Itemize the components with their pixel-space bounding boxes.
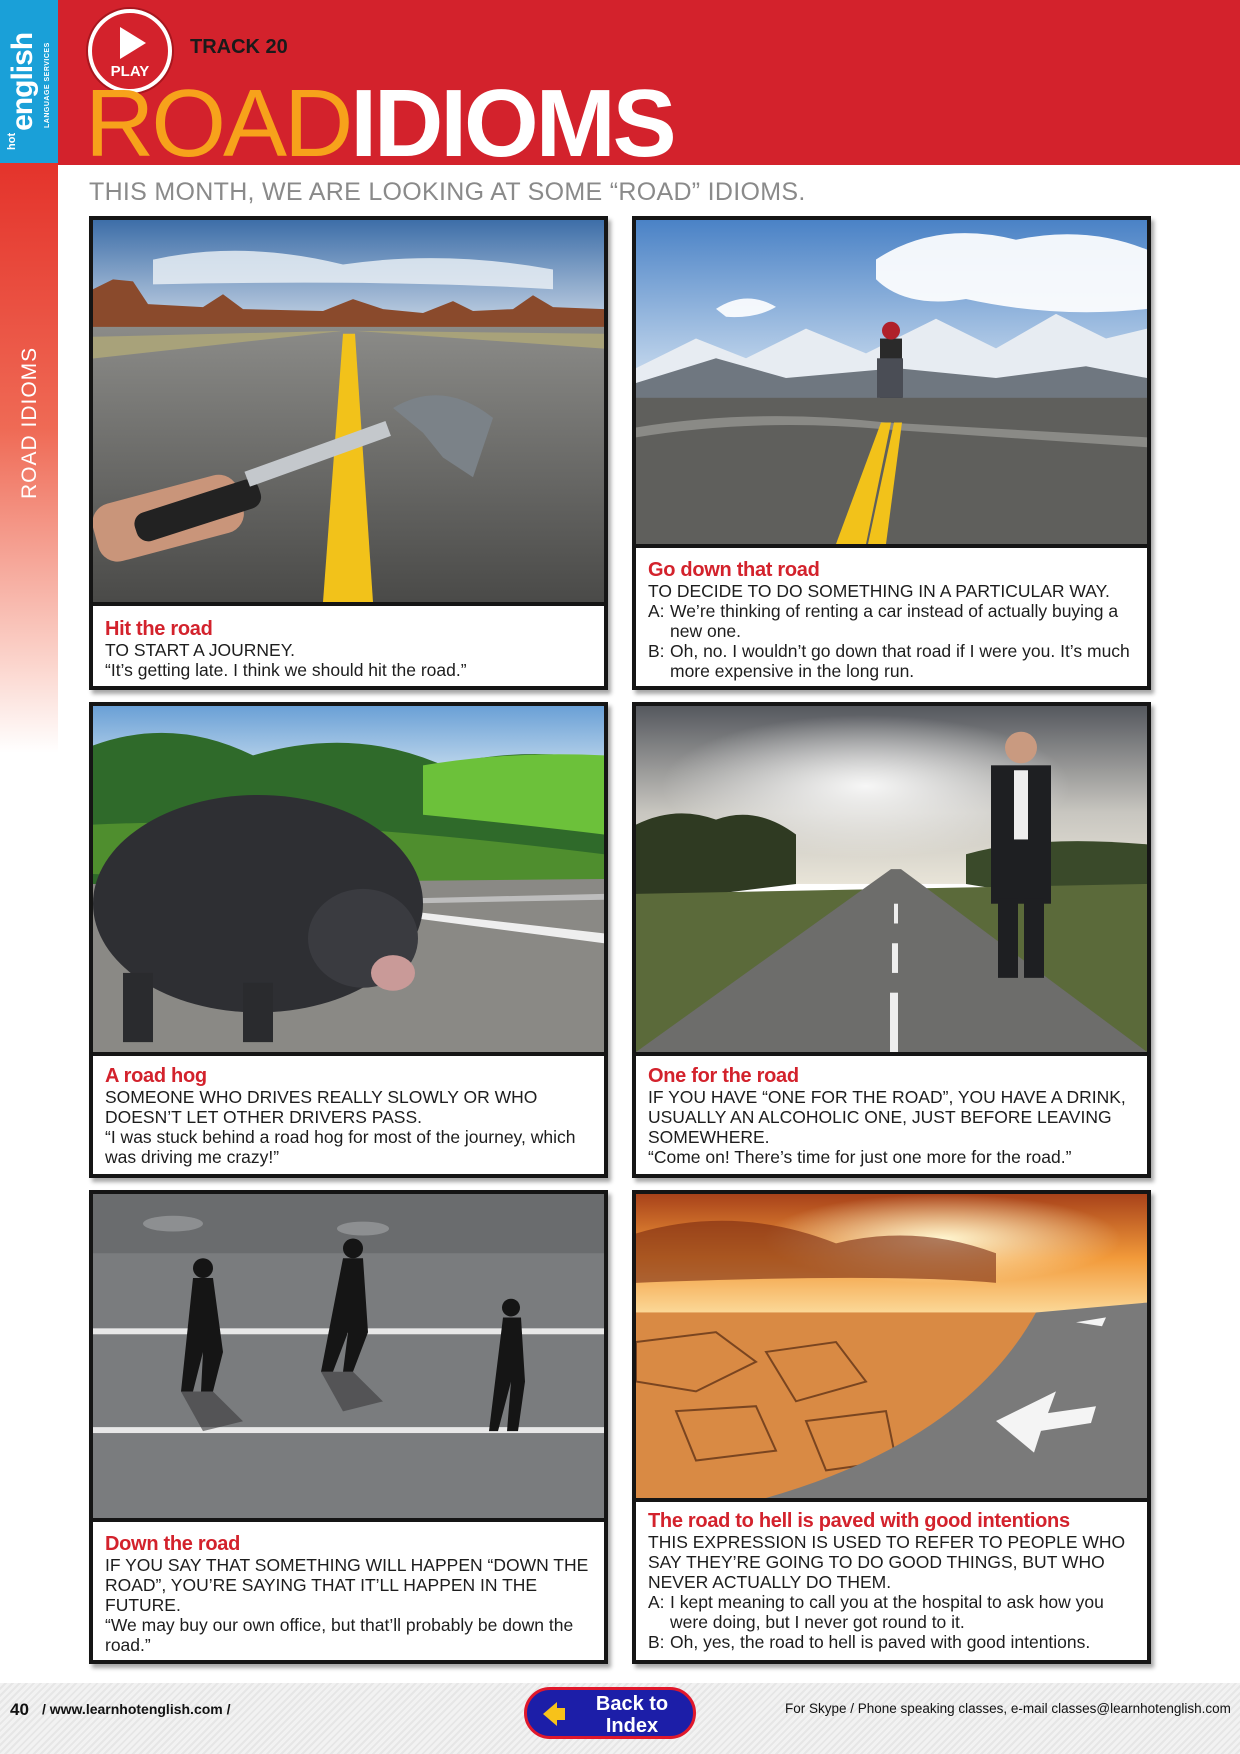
idiom-definition: IF YOU SAY THAT SOMETHING WILL HAPPEN “D… <box>105 1555 589 1615</box>
mountain-road-photo <box>636 220 1147 548</box>
idiom-caption: Go down that road TO DECIDE TO DO SOMETH… <box>648 559 1137 681</box>
idiom-card-road-to-hell: The road to hell is paved with good inte… <box>632 1190 1151 1664</box>
idiom-definition: TO DECIDE TO DO SOMETHING IN A PARTICULA… <box>648 581 1110 601</box>
intro-text: THIS MONTH, WE ARE LOOKING AT SOME “ROAD… <box>89 178 806 206</box>
title-idioms: IDIOMS <box>350 70 676 177</box>
dialogue-text: Oh, yes, the road to hell is paved with … <box>670 1632 1091 1652</box>
dialogue-line: A: We’re thinking of renting a car inste… <box>648 601 1137 641</box>
dialogue-speaker: A: <box>648 601 665 621</box>
idiom-caption: Hit the road TO START A JOURNEY. “It’s g… <box>105 618 594 680</box>
idiom-card-hit-the-road: Hit the road TO START A JOURNEY. “It’s g… <box>89 216 608 690</box>
idiom-example: “It’s getting late. I think we should hi… <box>105 660 467 680</box>
idiom-example: “We may buy our own office, but that’ll … <box>105 1615 574 1655</box>
idiom-definition: THIS EXPRESSION IS USED TO REFER TO PEOP… <box>648 1532 1126 1592</box>
dialogue-text: Oh, no. I wouldn’t go down that road if … <box>670 641 1130 681</box>
title-road: ROAD <box>85 70 353 177</box>
logo-english: english <box>6 32 39 131</box>
track-number: TRACK 20 <box>190 36 288 58</box>
dialogue-text: I kept meaning to call you at the hospit… <box>670 1592 1104 1632</box>
idiom-title: Go down that road <box>648 559 820 581</box>
dialogue-speaker: A: <box>648 1592 665 1612</box>
idiom-card-go-down-that-road: Go down that road TO DECIDE TO DO SOMETH… <box>632 216 1151 690</box>
idiom-card-one-for-the-road: One for the road IF YOU HAVE “ONE FOR TH… <box>632 702 1151 1178</box>
play-icon <box>120 27 146 59</box>
idiom-caption: One for the road IF YOU HAVE “ONE FOR TH… <box>648 1065 1137 1167</box>
idiom-title: A road hog <box>105 1065 207 1087</box>
idiom-definition: SOMEONE WHO DRIVES REALLY SLOWLY OR WHO … <box>105 1087 538 1127</box>
side-strip: ROAD IDIOMS <box>0 163 58 753</box>
hog-on-road-photo <box>93 706 604 1056</box>
contact-info: For Skype / Phone speaking classes, e-ma… <box>785 1701 1231 1716</box>
idiom-caption: Down the road IF YOU SAY THAT SOMETHING … <box>105 1533 594 1655</box>
back-to-index-label: Back to Index <box>595 1693 669 1737</box>
dialogue-text: We’re thinking of renting a car instead … <box>670 601 1119 641</box>
page-title: ROADIDIOMS <box>85 76 677 172</box>
website-link[interactable]: / www.learnhotenglish.com / <box>42 1701 231 1717</box>
back-arrow-tail <box>555 1708 565 1720</box>
idiom-caption: A road hog SOMEONE WHO DRIVES REALLY SLO… <box>105 1065 594 1167</box>
idiom-card-a-road-hog: A road hog SOMEONE WHO DRIVES REALLY SLO… <box>89 702 608 1178</box>
idiom-title: Hit the road <box>105 618 213 640</box>
idiom-caption: The road to hell is paved with good inte… <box>648 1510 1137 1652</box>
idiom-definition: TO START A JOURNEY. <box>105 640 295 660</box>
idiom-title: Down the road <box>105 1533 240 1555</box>
dialogue-speaker: B: <box>648 1632 665 1652</box>
dialogue-line: B: Oh, yes, the road to hell is paved wi… <box>648 1632 1137 1652</box>
dialogue-line: B: Oh, no. I wouldn’t go down that road … <box>648 641 1137 681</box>
back-to-index-button[interactable]: Back to Index <box>524 1687 696 1739</box>
side-section-label: ROAD IDIOMS <box>18 346 41 499</box>
idiom-title: One for the road <box>648 1065 799 1087</box>
idiom-example: “I was stuck behind a road hog for most … <box>105 1127 576 1167</box>
idiom-definition: IF YOU HAVE “ONE FOR THE ROAD”, YOU HAVE… <box>648 1087 1126 1147</box>
dialogue-line: A: I kept meaning to call you at the hos… <box>648 1592 1137 1632</box>
idiom-title: The road to hell is paved with good inte… <box>648 1510 1070 1532</box>
page-number: 40 <box>10 1700 29 1719</box>
desert-road-photo <box>636 1194 1147 1502</box>
logo-subtitle: LANGUAGE SERVICES <box>44 42 51 128</box>
hot-english-logo: hotenglish LANGUAGE SERVICES <box>0 0 58 163</box>
man-on-road-photo <box>636 706 1147 1056</box>
dialogue-speaker: B: <box>648 641 665 661</box>
hammer-road-photo <box>93 220 604 606</box>
idiom-card-down-the-road: Down the road IF YOU SAY THAT SOMETHING … <box>89 1190 608 1664</box>
logo-hot: hot <box>6 132 18 150</box>
idiom-example: “Come on! There’s time for just one more… <box>648 1147 1072 1167</box>
logo-wordmark: hotenglish <box>6 33 40 150</box>
pedestrians-crossing-photo <box>93 1194 604 1522</box>
